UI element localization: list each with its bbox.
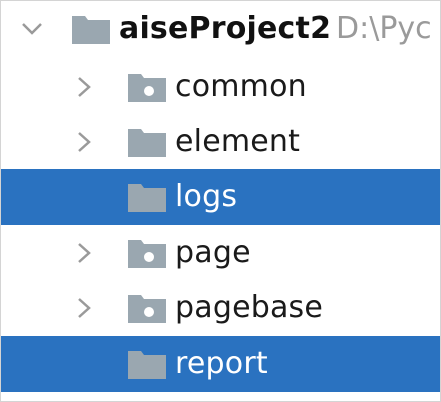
tree-item-label: page bbox=[175, 235, 251, 270]
folder-icon bbox=[71, 13, 111, 45]
tree-item-label: report bbox=[175, 346, 268, 381]
tree-item-element[interactable]: element bbox=[1, 114, 440, 170]
project-path: D:\Pyc bbox=[336, 11, 432, 46]
chevron-right-icon[interactable] bbox=[73, 297, 95, 319]
tree-item-label: logs bbox=[175, 179, 238, 214]
project-tree: aiseProject2 D:\Pyc common element logs … bbox=[0, 0, 441, 402]
chevron-right-icon[interactable] bbox=[73, 242, 95, 264]
tree-item-page[interactable]: page bbox=[1, 225, 440, 281]
tree-item-label: element bbox=[175, 124, 301, 159]
folder-icon bbox=[127, 348, 167, 380]
tree-item-label: common bbox=[175, 69, 307, 104]
package-folder-icon bbox=[127, 71, 167, 103]
tree-item-pagebase[interactable]: pagebase bbox=[1, 280, 440, 336]
folder-icon bbox=[127, 181, 167, 213]
tree-item-common[interactable]: common bbox=[1, 59, 440, 115]
folder-icon bbox=[127, 126, 167, 158]
tree-root-project[interactable]: aiseProject2 D:\Pyc bbox=[1, 1, 440, 59]
tree-item-logs[interactable]: logs bbox=[1, 169, 440, 225]
chevron-right-icon[interactable] bbox=[73, 76, 95, 98]
tree-item-report[interactable]: report bbox=[1, 336, 440, 392]
project-name: aiseProject2 bbox=[119, 11, 332, 46]
chevron-down-icon[interactable] bbox=[21, 18, 43, 40]
chevron-right-icon[interactable] bbox=[73, 131, 95, 153]
package-folder-icon bbox=[127, 292, 167, 324]
tree-item-label: pagebase bbox=[175, 290, 324, 325]
package-folder-icon bbox=[127, 237, 167, 269]
